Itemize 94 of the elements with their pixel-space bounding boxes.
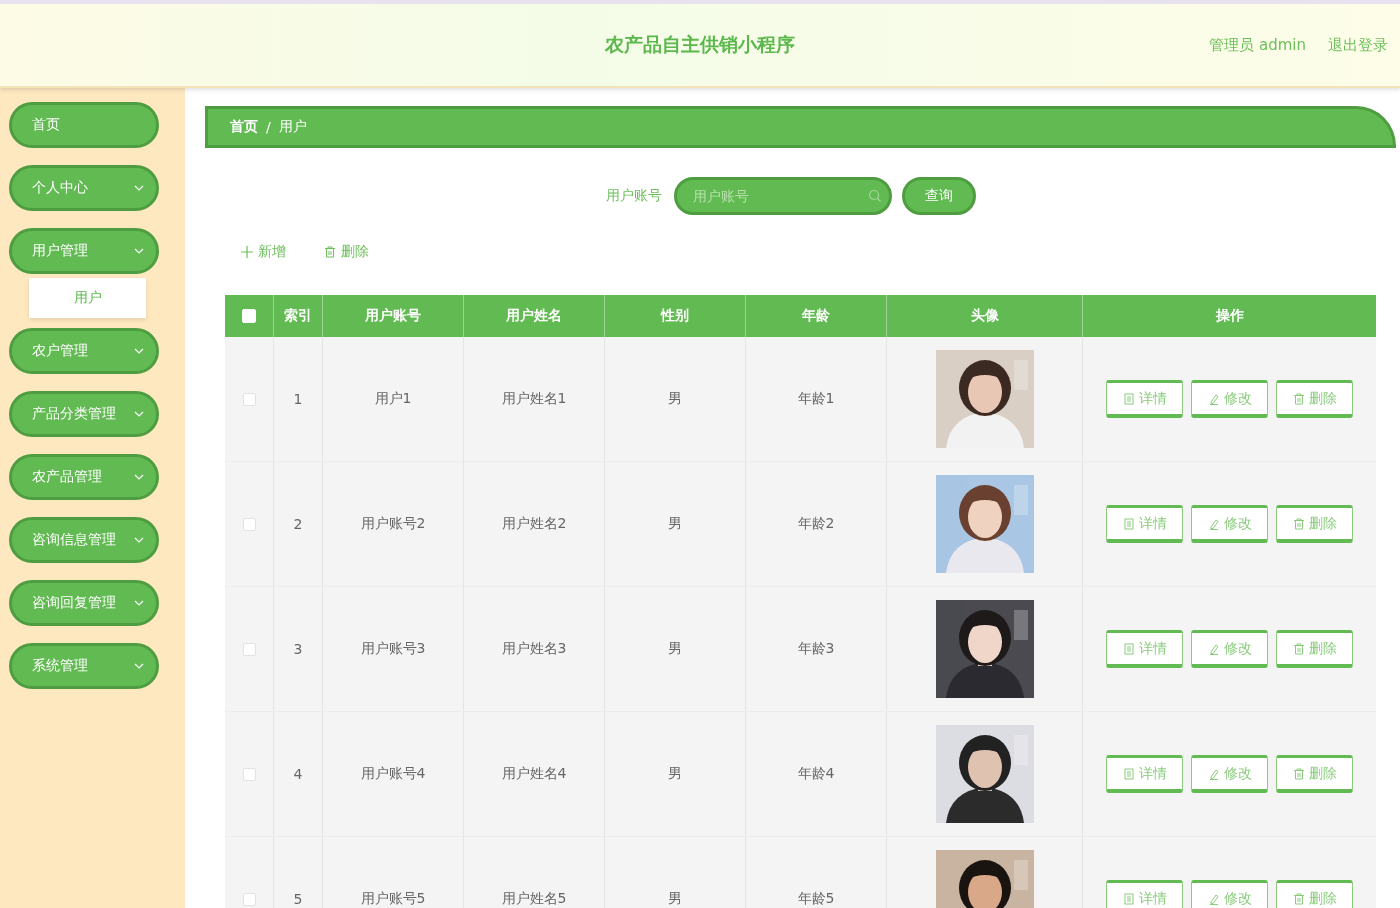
trash-icon: [1292, 517, 1305, 530]
table-cell: 5: [293, 891, 303, 907]
document-icon: [1122, 392, 1135, 405]
table-cell: 男: [668, 765, 682, 783]
select-all-checkbox[interactable]: [242, 309, 256, 323]
trash-icon: [1292, 767, 1305, 780]
table-cell: 用户账号5: [360, 890, 426, 908]
table-cell: 年龄1: [797, 390, 835, 408]
menu-item[interactable]: 系统管理: [9, 643, 159, 689]
delete-button[interactable]: 删除: [1276, 380, 1353, 418]
menu-item[interactable]: 个人中心: [9, 165, 159, 211]
table-cell: 3: [293, 641, 303, 657]
breadcrumb-separator: /: [266, 119, 271, 135]
delete-button[interactable]: 删除: [1276, 630, 1353, 668]
pencil-icon: [1207, 392, 1220, 405]
edit-button[interactable]: 修改: [1191, 630, 1268, 668]
pencil-icon: [1207, 767, 1220, 780]
table-cell: 年龄4: [797, 765, 835, 783]
breadcrumb-link[interactable]: 首页: [230, 118, 258, 136]
table-cell: 用户姓名4: [501, 765, 567, 783]
document-icon: [1122, 517, 1135, 530]
table-cell: 男: [668, 515, 682, 533]
table-cell: 用户姓名1: [501, 390, 567, 408]
chevron-down-icon: [134, 411, 144, 417]
chevron-down-icon: [134, 185, 144, 191]
table-cell: 男: [668, 890, 682, 908]
table-cell: 用户账号2: [360, 515, 426, 533]
detail-button[interactable]: 详情: [1106, 880, 1183, 908]
search-icon: [867, 189, 882, 203]
chevron-down-icon: [134, 248, 144, 254]
table-cell: 用户1: [374, 390, 412, 408]
row-checkbox[interactable]: [242, 392, 256, 406]
trash-icon: [1292, 892, 1305, 905]
document-icon: [1122, 767, 1135, 780]
row-checkbox[interactable]: [242, 767, 256, 781]
table-cell: 2: [293, 516, 303, 532]
detail-button[interactable]: 详情: [1106, 755, 1183, 793]
table-cell: 年龄3: [797, 640, 835, 658]
chevron-down-icon: [134, 663, 144, 669]
table-cell: 1: [293, 391, 303, 407]
logout-link[interactable]: 退出登录: [1328, 35, 1388, 55]
table-cell: 用户姓名5: [501, 890, 567, 908]
chevron-down-icon: [134, 537, 144, 543]
detail-button[interactable]: 详情: [1106, 380, 1183, 418]
search-label: 用户账号: [605, 187, 662, 205]
app-title: 农产品自主供销小程序: [605, 32, 795, 57]
table-cell: 男: [668, 390, 682, 408]
chevron-down-icon: [134, 600, 144, 606]
delete-button[interactable]: 删除: [1276, 755, 1353, 793]
plus-icon: [241, 246, 253, 258]
chevron-down-icon: [134, 348, 144, 354]
menu-item[interactable]: 用户管理: [9, 228, 159, 274]
breadcrumb-link[interactable]: 用户: [278, 118, 307, 136]
add-button[interactable]: 新增: [233, 239, 294, 265]
menu-item[interactable]: 咨询信息管理: [9, 517, 159, 563]
pencil-icon: [1207, 892, 1220, 905]
edit-button[interactable]: 修改: [1191, 755, 1268, 793]
edit-button[interactable]: 修改: [1191, 880, 1268, 908]
submenu-item[interactable]: 用户: [29, 278, 146, 318]
document-icon: [1122, 642, 1135, 655]
detail-button[interactable]: 详情: [1106, 630, 1183, 668]
menu-item[interactable]: 农产品管理: [9, 454, 159, 500]
trash-icon: [1292, 392, 1305, 405]
table-cell: 年龄2: [797, 515, 835, 533]
menu-item[interactable]: 首页: [9, 102, 159, 148]
table-cell: 4: [293, 766, 303, 782]
trash-icon: [1292, 642, 1305, 655]
menu-item[interactable]: 咨询回复管理: [9, 580, 159, 626]
edit-button[interactable]: 修改: [1191, 505, 1268, 543]
pencil-icon: [1207, 517, 1220, 530]
document-icon: [1122, 892, 1135, 905]
menu-item[interactable]: 产品分类管理: [9, 391, 159, 437]
search-field[interactable]: 用户账号: [673, 177, 892, 215]
table-cell: 男: [668, 640, 682, 658]
table-cell: 年龄5: [797, 890, 835, 908]
table-cell: 用户姓名3: [501, 640, 567, 658]
menu-item[interactable]: 农户管理: [9, 328, 159, 374]
table-cell: 用户账号4: [360, 765, 426, 783]
row-checkbox[interactable]: [242, 517, 256, 531]
column-header: 操作: [1214, 306, 1245, 325]
detail-button[interactable]: 详情: [1106, 505, 1183, 543]
trash-icon: [324, 246, 336, 258]
delete-button[interactable]: 删除: [1276, 505, 1353, 543]
query-button[interactable]: 查询: [901, 177, 976, 215]
admin-label: 管理员 admin: [1209, 35, 1306, 55]
table-cell: 用户姓名2: [501, 515, 567, 533]
row-checkbox[interactable]: [242, 642, 256, 656]
delete-button[interactable]: 删除: [1276, 880, 1353, 908]
chevron-down-icon: [134, 474, 144, 480]
delete-button[interactable]: 删除: [316, 239, 377, 265]
pencil-icon: [1207, 642, 1220, 655]
table-cell: 用户账号3: [360, 640, 426, 658]
row-checkbox[interactable]: [242, 892, 256, 906]
edit-button[interactable]: 修改: [1191, 380, 1268, 418]
